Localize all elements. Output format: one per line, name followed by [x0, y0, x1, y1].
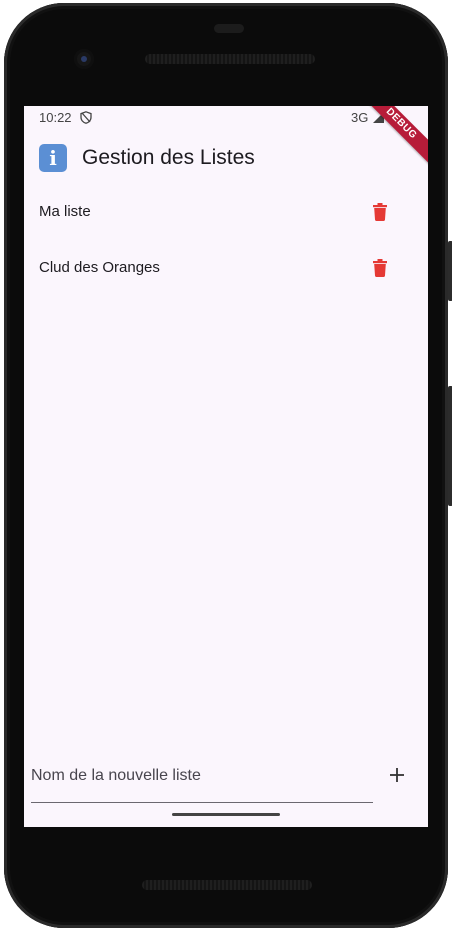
- status-bar: 10:22 3G DEBUG: [24, 106, 428, 169]
- list-item[interactable]: Ma liste: [24, 184, 428, 240]
- bottom-speaker: [142, 880, 312, 890]
- volume-button: [448, 386, 452, 506]
- delete-list-button[interactable]: [366, 198, 394, 226]
- home-indicator[interactable]: [172, 813, 280, 816]
- new-list-field: [31, 758, 373, 803]
- shield-icon: [80, 111, 92, 124]
- trash-icon: [373, 203, 387, 221]
- network-type: 3G: [351, 110, 369, 125]
- status-time: 10:22: [39, 110, 72, 125]
- plus-icon: [390, 768, 404, 782]
- delete-list-button[interactable]: [366, 254, 394, 282]
- list-item-label: Ma liste: [39, 203, 91, 220]
- new-list-input[interactable]: [31, 764, 371, 788]
- front-camera: [74, 49, 94, 69]
- list-item[interactable]: Clud des Oranges: [24, 240, 428, 296]
- add-list-button[interactable]: [385, 763, 409, 787]
- top-speaker: [145, 54, 315, 64]
- list-item-label: Clud des Oranges: [39, 259, 160, 276]
- info-icon: i: [39, 144, 67, 172]
- app-bar: i Gestion des Listes: [24, 134, 428, 180]
- page-title: Gestion des Listes: [82, 146, 255, 169]
- trash-icon: [373, 259, 387, 277]
- app-screen: 10:22 3G DEBUG i Gestion des Listes Ma l…: [24, 106, 428, 827]
- power-button: [448, 241, 452, 301]
- lists-list: Ma liste Clud des Oranges: [24, 184, 428, 296]
- earpiece-slot: [214, 24, 244, 33]
